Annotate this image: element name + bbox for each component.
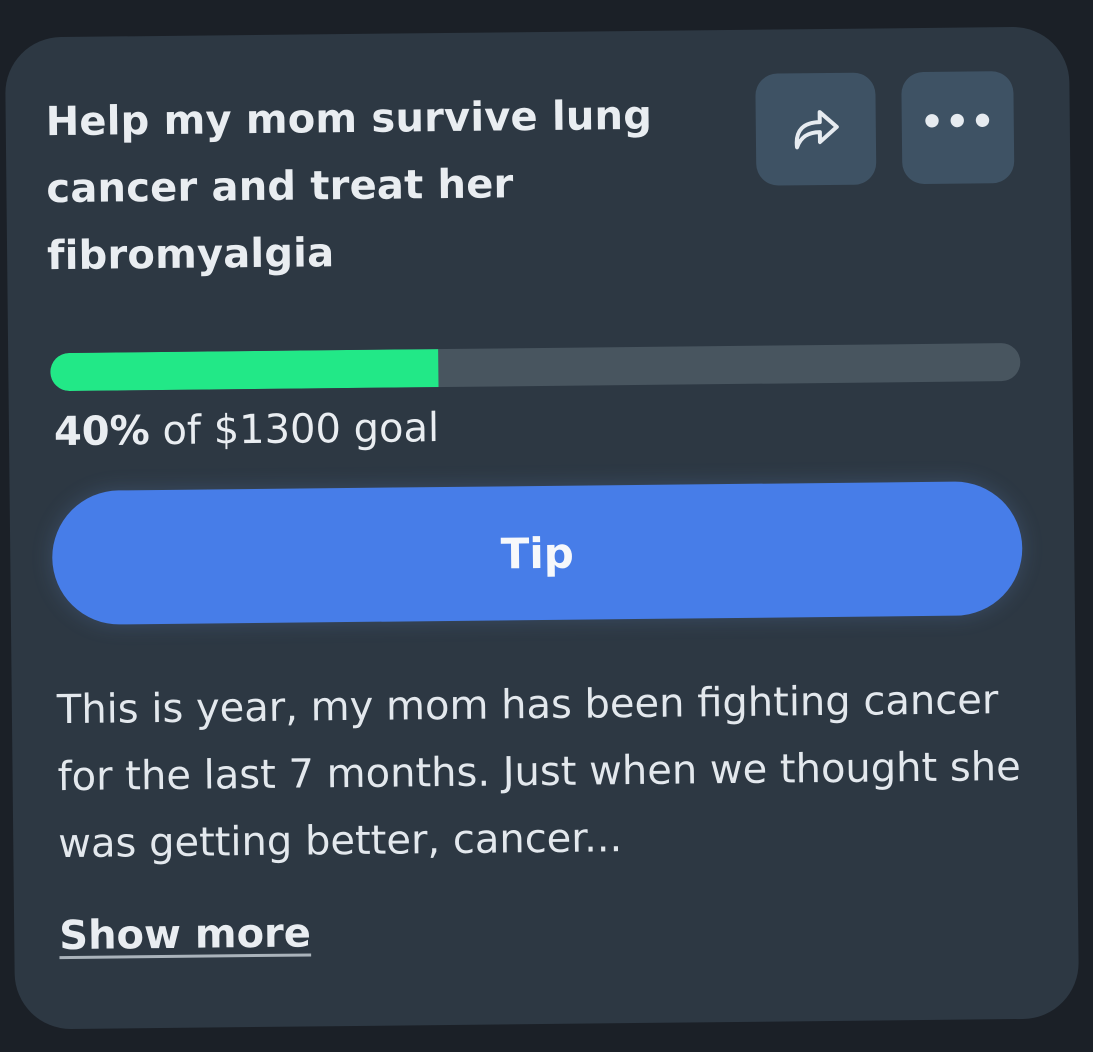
more-horizontal-icon: ••• [919, 99, 996, 145]
more-options-button[interactable]: ••• [901, 71, 1015, 185]
fundraiser-title: Help my mom survive lung cancer and trea… [45, 92, 653, 280]
goal-amount-text: of $1300 goal [149, 405, 440, 455]
share-arrow-icon [794, 110, 839, 150]
progress-bar [50, 342, 1021, 392]
goal-summary: 40% of $1300 goal [54, 401, 440, 459]
goal-percent: 40% [53, 408, 150, 456]
show-more-link[interactable]: Show more [59, 906, 311, 963]
tip-button[interactable]: Tip [51, 480, 1023, 626]
fundraiser-description: This is year, my mom has been fighting c… [56, 677, 1021, 868]
share-button[interactable] [755, 72, 877, 186]
fundraiser-card: Help my mom survive lung cancer and trea… [4, 26, 1080, 1030]
progress-fill [50, 349, 439, 392]
page: Help my mom survive lung cancer and trea… [0, 0, 1093, 1052]
